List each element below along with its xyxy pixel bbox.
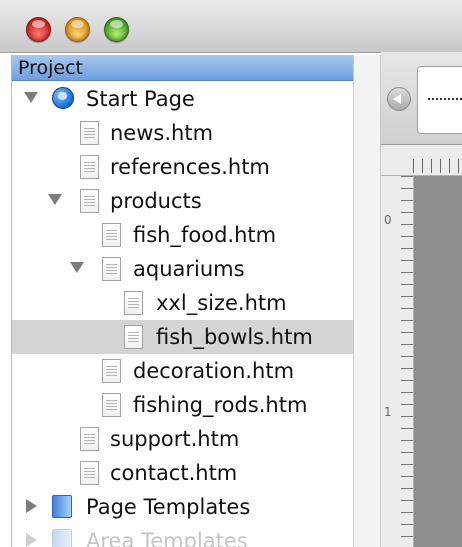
tree-item-fish-food[interactable]: fish_food.htm <box>12 218 354 252</box>
ruler-label: 0 <box>384 213 392 227</box>
document-icon <box>80 427 99 451</box>
tree-item-news[interactable]: news.htm <box>12 116 354 150</box>
tree-item-label: Area Templates <box>86 529 248 547</box>
document-icon <box>102 257 121 281</box>
editor-toolbar <box>381 52 462 145</box>
document-icon <box>80 461 99 485</box>
tree-item-references[interactable]: references.htm <box>12 150 354 184</box>
document-icon <box>80 121 99 145</box>
document-icon <box>102 359 121 383</box>
page-preview-thumbnail[interactable] <box>417 66 462 134</box>
tree-item-label: xxl_size.htm <box>156 291 287 315</box>
tree-item-label: decoration.htm <box>133 359 295 383</box>
tree-item-label: aquariums <box>133 257 245 281</box>
editor-area: 0 1 <box>381 52 462 547</box>
tree-item-label: news.htm <box>110 121 214 145</box>
tree-item-label: Page Templates <box>86 495 251 519</box>
tree-item-label: references.htm <box>110 155 270 179</box>
tree-item-xxl-size[interactable]: xxl_size.htm <box>12 286 354 320</box>
disclosure-triangle-closed-icon[interactable] <box>26 499 37 513</box>
document-icon <box>80 155 99 179</box>
tree-item-products[interactable]: products <box>12 184 354 218</box>
disclosure-triangle-open-icon[interactable] <box>48 194 62 205</box>
tree-item-aquariums[interactable]: aquariums <box>12 252 354 286</box>
tree-item-label: contact.htm <box>110 461 238 485</box>
tree-item-fishing-rods[interactable]: fishing_rods.htm <box>12 388 354 422</box>
tree-item-area-templates[interactable]: Area Templates <box>12 524 354 547</box>
project-panel-header: Project <box>12 55 354 81</box>
tree-item-label: fishing_rods.htm <box>133 393 308 417</box>
back-button[interactable] <box>387 87 411 111</box>
disclosure-triangle-closed-icon[interactable] <box>26 533 37 547</box>
tree-item-support[interactable]: support.htm <box>12 422 354 456</box>
folder-icon <box>52 495 72 518</box>
tree-item-label: fish_food.htm <box>133 223 277 247</box>
ruler-ticks <box>401 176 413 547</box>
tree-item-label: fish_bowls.htm <box>156 325 313 349</box>
minimize-window-button[interactable] <box>65 17 90 42</box>
document-icon <box>102 393 121 417</box>
zoom-window-button[interactable] <box>104 17 129 42</box>
ruler-label: 1 <box>384 405 392 419</box>
app-window: Project Start Page news.htm references.h… <box>0 0 462 547</box>
folder-icon <box>52 529 72 547</box>
tree-item-decoration[interactable]: decoration.htm <box>12 354 354 388</box>
document-icon <box>102 223 121 247</box>
tree-item-fish-bowls[interactable]: fish_bowls.htm <box>12 320 354 354</box>
vertical-ruler: 0 1 <box>381 176 414 547</box>
design-canvas[interactable] <box>414 176 462 547</box>
tree-item-label: products <box>110 189 202 213</box>
globe-icon <box>52 87 74 109</box>
project-panel: Project Start Page news.htm references.h… <box>11 55 354 547</box>
tree-item-page-templates[interactable]: Page Templates <box>12 490 354 524</box>
ruler-ticks <box>413 159 462 173</box>
tree-item-start-page[interactable]: Start Page <box>12 82 354 116</box>
tree-item-contact[interactable]: contact.htm <box>12 456 354 490</box>
close-window-button[interactable] <box>26 17 51 42</box>
horizontal-ruler <box>381 145 462 176</box>
document-icon <box>80 189 99 213</box>
title-bar <box>0 0 462 53</box>
document-icon <box>124 291 143 315</box>
tree-item-label: support.htm <box>110 427 240 451</box>
tree-item-label: Start Page <box>86 87 195 111</box>
disclosure-triangle-open-icon[interactable] <box>24 92 38 103</box>
project-panel-scrollbar[interactable] <box>353 55 381 547</box>
disclosure-triangle-open-icon[interactable] <box>70 262 84 273</box>
document-icon <box>124 325 143 349</box>
